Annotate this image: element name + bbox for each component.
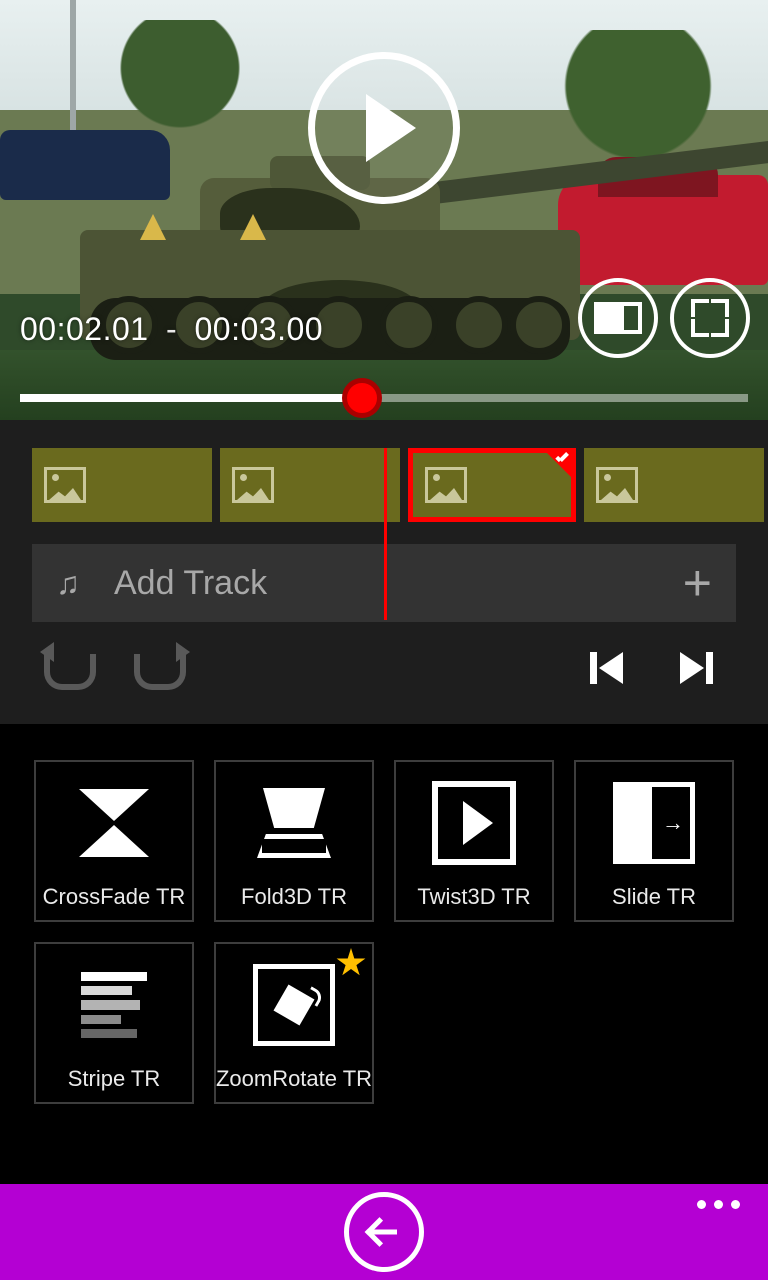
redo-icon	[134, 654, 186, 690]
skip-prev-icon	[590, 650, 626, 686]
clip-item-selected[interactable]	[408, 448, 576, 522]
play-icon	[366, 94, 416, 162]
transition-fold3d[interactable]: Fold3D TR	[214, 760, 374, 922]
video-preview: 00:02.01 - 00:03.00	[0, 0, 768, 420]
dot-icon	[714, 1200, 723, 1209]
transition-label: CrossFade TR	[43, 884, 186, 910]
seek-knob[interactable]	[342, 378, 382, 418]
transition-label: Slide TR	[612, 884, 696, 910]
app-bar	[0, 1184, 768, 1280]
timeline: ♫ Add Track +	[0, 420, 768, 724]
playhead[interactable]	[384, 448, 387, 620]
transition-zoomrotate[interactable]: ZoomRotate TR	[214, 942, 374, 1104]
next-frame-button[interactable]	[680, 650, 724, 694]
aspect-presentation-button[interactable]	[578, 278, 658, 358]
back-arrow-icon	[369, 1217, 399, 1247]
music-note-icon: ♫	[56, 567, 80, 599]
time-end: 00:03.00	[195, 311, 324, 347]
transition-slide[interactable]: Slide TR	[574, 760, 734, 922]
prev-frame-button[interactable]	[590, 650, 634, 694]
fullscreen-button[interactable]	[670, 278, 750, 358]
clip-item[interactable]	[220, 448, 400, 522]
image-icon	[232, 467, 274, 503]
image-icon	[44, 467, 86, 503]
play-button[interactable]	[308, 52, 460, 204]
timeline-controls	[0, 622, 768, 724]
plus-icon: +	[683, 554, 712, 612]
transition-twist3d[interactable]: Twist3D TR	[394, 760, 554, 922]
dot-icon	[731, 1200, 740, 1209]
transitions-panel: CrossFade TR Fold3D TR Twist3D TR Slide …	[0, 724, 768, 1134]
image-icon	[425, 467, 467, 503]
slide-icon	[613, 782, 695, 864]
dot-icon	[697, 1200, 706, 1209]
zoomrotate-icon	[253, 964, 335, 1046]
undo-icon	[44, 654, 96, 690]
seek-bar[interactable]	[20, 394, 748, 402]
transition-crossfade[interactable]: CrossFade TR	[34, 760, 194, 922]
clip-track	[0, 420, 768, 530]
redo-button[interactable]	[134, 650, 178, 694]
time-start: 00:02.01	[20, 311, 149, 347]
twist3d-icon	[432, 781, 516, 865]
check-icon	[553, 451, 571, 465]
transition-label: Stripe TR	[68, 1066, 161, 1092]
skip-next-icon	[680, 650, 716, 686]
image-icon	[596, 467, 638, 503]
clip-item[interactable]	[32, 448, 212, 522]
stripe-icon	[81, 972, 147, 1038]
transition-label: Fold3D TR	[241, 884, 347, 910]
clip-item[interactable]	[584, 448, 764, 522]
crossfade-icon	[79, 789, 149, 857]
add-track-label: Add Track	[114, 564, 267, 603]
more-button[interactable]	[697, 1200, 740, 1209]
transition-label: Twist3D TR	[417, 884, 530, 910]
transition-stripe[interactable]: Stripe TR	[34, 942, 194, 1104]
back-button[interactable]	[344, 1192, 424, 1272]
time-range-label: 00:02.01 - 00:03.00	[20, 311, 323, 348]
fold3d-icon	[257, 788, 331, 858]
transition-label: ZoomRotate TR	[216, 1066, 372, 1092]
undo-button[interactable]	[44, 650, 88, 694]
fullscreen-icon	[691, 299, 729, 337]
seek-fill	[20, 394, 362, 402]
presentation-icon	[594, 302, 642, 334]
